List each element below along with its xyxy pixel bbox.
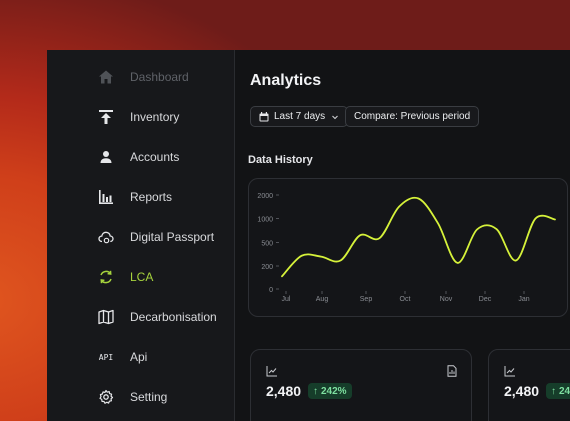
gear-icon [97, 388, 115, 406]
data-history-chart: 0 200 500 1000 2000 Jul Aug Sep Oct Nov Dec Jan [248, 178, 568, 317]
x-tick-label: Nov [440, 296, 453, 303]
page-title: Analytics [250, 72, 322, 89]
change-badge: ↑ 242% [308, 383, 352, 399]
map-icon [97, 308, 115, 326]
y-tick-label: 500 [261, 241, 273, 248]
change-value: 242% [559, 385, 570, 397]
arrow-up-icon: ↑ [313, 385, 318, 397]
sidebar-item-lca[interactable]: LCA [47, 258, 235, 298]
sidebar-item-label: Accounts [130, 150, 180, 164]
series-line [281, 196, 556, 278]
sidebar-item-decarbonisation[interactable]: Decarbonisation [47, 298, 235, 338]
x-tick-label: Oct [400, 296, 411, 303]
stat-card: 2,480 ↑ 242% [250, 349, 472, 421]
sidebar-item-digital-passport[interactable]: Digital Passport [47, 218, 235, 258]
change-badge: ↑ 242% [546, 383, 570, 399]
sidebar-item-accounts[interactable]: Accounts [47, 138, 235, 178]
trend-icon [504, 364, 516, 377]
compare-button[interactable]: Compare: Previous period [345, 106, 480, 127]
sidebar-item-label: Digital Passport [130, 230, 215, 244]
arrow-up-icon: ↑ [551, 385, 556, 397]
date-range-label: Last 7 days [274, 111, 326, 122]
home-icon [97, 68, 115, 86]
x-tick-label: Sep [360, 296, 373, 303]
upload-icon [97, 108, 115, 126]
line-chart: 0 200 500 1000 2000 Jul Aug Sep Oct Nov Dec Jan [257, 193, 556, 303]
trend-icon [266, 364, 278, 377]
sidebar-item-label: LCA [130, 270, 154, 284]
data-history-title: Data History [248, 154, 313, 166]
compare-label: Compare: Previous period [354, 111, 471, 122]
x-tick-label: Jul [282, 296, 291, 303]
api-icon: API [98, 352, 114, 362]
sidebar-item-reports[interactable]: Reports [47, 178, 235, 218]
sidebar-item-label: Api [130, 350, 148, 364]
sidebar-item-inventory[interactable]: Inventory [47, 98, 235, 138]
bar-chart-icon [97, 188, 115, 206]
sidebar-item-label: Inventory [130, 110, 180, 124]
x-tick-label: Jan [518, 296, 529, 303]
cloud-passport-icon [97, 228, 115, 246]
x-tick-label: Dec [479, 296, 492, 303]
document-chart-icon[interactable] [446, 364, 458, 377]
y-tick-label: 2000 [257, 193, 273, 200]
date-range-button[interactable]: Last 7 days [250, 106, 349, 127]
sidebar-item-label: Dashboard [130, 70, 189, 84]
main-content: Analytics Last 7 days Compare: Previous … [235, 50, 570, 421]
y-tick-label: 1000 [257, 217, 273, 224]
change-value: 242% [321, 385, 347, 397]
stat-value: 2,480 [266, 383, 302, 399]
stat-card: 2,480 ↑ 242% [488, 349, 570, 421]
sidebar-item-api[interactable]: API Api [47, 338, 235, 378]
chevron-down-icon [331, 113, 339, 121]
stat-value: 2,480 [504, 383, 540, 399]
x-tick-label: Aug [316, 296, 329, 303]
sidebar-item-dashboard[interactable]: Dashboard [47, 58, 235, 98]
app-window: Dashboard Inventory Accounts Reports Dig [47, 50, 570, 421]
y-tick-label: 0 [269, 287, 273, 294]
recycle-icon [97, 268, 115, 286]
sidebar-item-label: Reports [130, 190, 173, 204]
calendar-icon [259, 111, 269, 122]
sidebar-item-label: Decarbonisation [130, 310, 217, 324]
sidebar: Dashboard Inventory Accounts Reports Dig [47, 50, 235, 421]
sidebar-item-setting[interactable]: Setting [47, 378, 235, 418]
y-tick-label: 200 [261, 264, 273, 271]
sidebar-item-label: Setting [130, 390, 168, 404]
user-icon [97, 148, 115, 166]
